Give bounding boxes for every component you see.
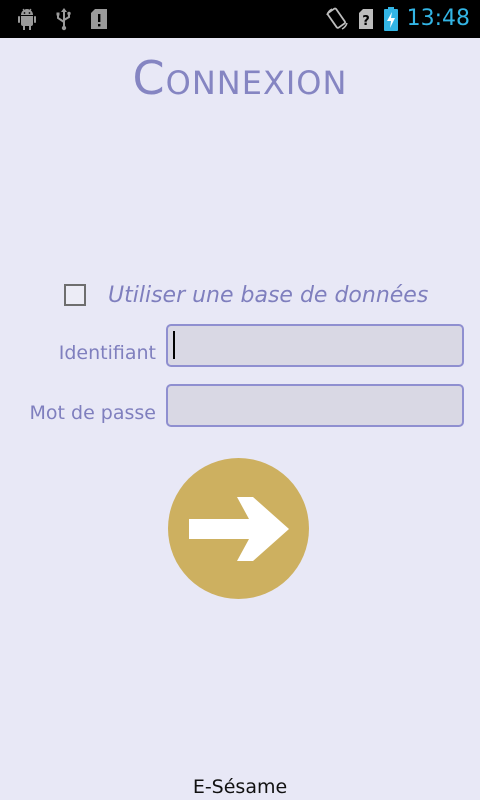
database-checkbox-label[interactable]: Utiliser une base de données <box>108 283 428 308</box>
rotate-icon <box>324 6 350 32</box>
status-bar: ? 13:48 <box>0 0 480 38</box>
identifiant-input[interactable] <box>166 324 464 367</box>
database-checkbox[interactable] <box>64 284 86 306</box>
clock: 13:48 <box>406 6 470 31</box>
battery-charging-icon <box>382 6 400 32</box>
footer-app-name: E-Sésame <box>192 776 288 798</box>
password-label: Mot de passe <box>29 402 157 424</box>
password-input[interactable] <box>166 384 464 427</box>
page-title: Connexion <box>132 51 348 105</box>
arrow-right-icon <box>188 496 289 561</box>
identifiant-label: Identifiant <box>58 342 156 364</box>
usb-icon <box>52 6 76 32</box>
sd-card-warning-icon <box>88 6 110 32</box>
database-option-row[interactable]: Utiliser une base de données <box>64 280 428 310</box>
svg-text:?: ? <box>362 14 370 29</box>
login-button[interactable] <box>168 458 309 599</box>
android-debug-icon <box>14 6 40 32</box>
text-cursor <box>173 331 175 359</box>
no-signal-icon: ? <box>357 6 375 32</box>
